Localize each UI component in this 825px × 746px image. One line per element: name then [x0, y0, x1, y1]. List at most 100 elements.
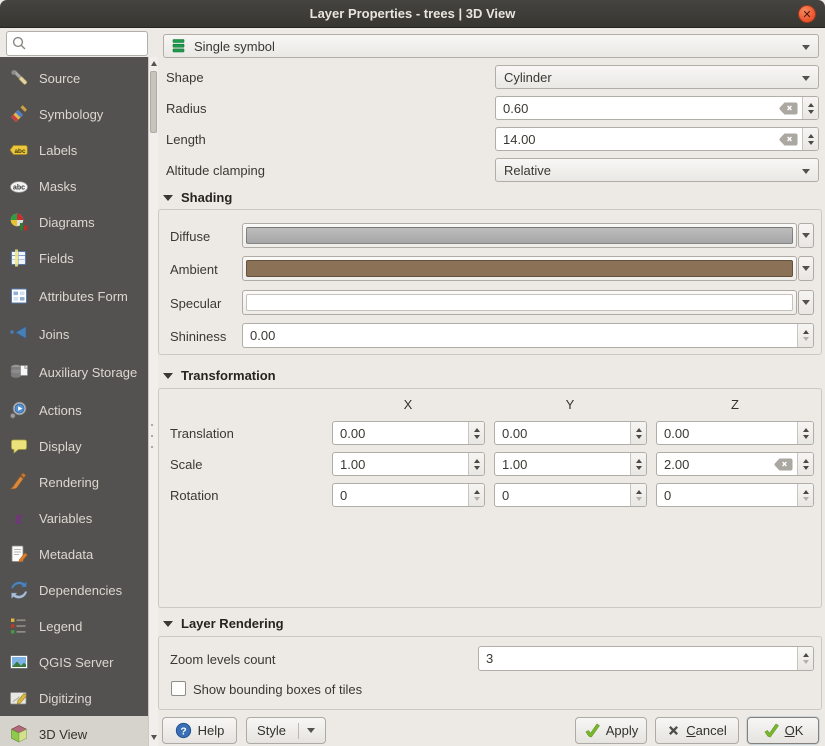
- translation-y-spinbox[interactable]: 0.00: [494, 421, 647, 445]
- style-button[interactable]: Style: [246, 717, 326, 744]
- specular-color-dropdown[interactable]: [798, 290, 814, 315]
- sidebar-item-legend[interactable]: Legend: [0, 608, 148, 644]
- clear-field-icon[interactable]: [774, 458, 793, 471]
- sidebar-item-label: Source: [39, 71, 143, 86]
- sidebar-item-3d-view[interactable]: 3D View: [0, 716, 148, 746]
- sidebar-item-display[interactable]: Display: [0, 428, 148, 464]
- ok-button[interactable]: OK: [747, 717, 819, 744]
- zoom-levels-spinbox[interactable]: 3: [478, 646, 814, 671]
- sidebar-item-rendering[interactable]: Rendering: [0, 464, 148, 500]
- translation-z-spinbox[interactable]: 0.00: [656, 421, 814, 445]
- renderer-combo[interactable]: Single symbol: [163, 34, 819, 58]
- spin-buttons[interactable]: [468, 484, 484, 506]
- scale-z-value: 2.00: [664, 457, 689, 472]
- scale-y-spinbox[interactable]: 1.00: [494, 452, 647, 476]
- rotation-label: Rotation: [170, 488, 218, 503]
- apply-button[interactable]: Apply: [575, 717, 647, 744]
- svg-text:ε: ε: [15, 511, 23, 528]
- radius-spin-buttons[interactable]: [802, 97, 818, 119]
- sidebar-item-masks[interactable]: abcMasks: [0, 168, 148, 204]
- spin-buttons[interactable]: [468, 453, 484, 475]
- spin-buttons[interactable]: [468, 422, 484, 444]
- sidebar-item-label: Masks: [39, 179, 143, 194]
- column-z-header: Z: [705, 397, 765, 412]
- search-icon: [11, 35, 28, 52]
- style-button-label: Style: [257, 723, 286, 738]
- ambient-color-button[interactable]: [242, 256, 797, 281]
- sidebar-item-symbology[interactable]: Symbology: [0, 96, 148, 132]
- sidebar-item-label: Diagrams: [39, 215, 143, 230]
- scale-x-spinbox[interactable]: 1.00: [332, 452, 485, 476]
- shininess-spinbox[interactable]: 0.00: [242, 323, 814, 348]
- spin-buttons[interactable]: [630, 484, 646, 506]
- sidebar-item-fields[interactable]: Fields: [0, 240, 148, 276]
- joins-icon: [8, 323, 30, 345]
- scrollbar-thumb[interactable]: [150, 71, 157, 133]
- sidebar-item-attributes-form[interactable]: Attributes Form: [0, 276, 148, 316]
- close-icon[interactable]: ✕: [798, 5, 816, 23]
- transformation-title: Transformation: [181, 368, 276, 383]
- diagrams-icon: [8, 211, 30, 233]
- rotation-y-spinbox[interactable]: 0: [494, 483, 647, 507]
- sidebar-item-metadata[interactable]: Metadata: [0, 536, 148, 572]
- scroll-up-icon[interactable]: [149, 57, 159, 70]
- radius-label: Radius: [166, 101, 206, 116]
- clear-field-icon[interactable]: [779, 102, 798, 115]
- sidebar-item-source[interactable]: Source: [0, 60, 148, 96]
- button-separator: [298, 723, 299, 739]
- shading-title: Shading: [181, 190, 232, 205]
- rotation-x-spinbox[interactable]: 0: [332, 483, 485, 507]
- sidebar-item-qgis-server[interactable]: QGIS Server: [0, 644, 148, 680]
- layer-rendering-section-header[interactable]: Layer Rendering: [163, 616, 284, 631]
- shininess-spin-buttons[interactable]: [797, 324, 813, 347]
- chevron-down-icon: [802, 45, 810, 50]
- shading-section-header[interactable]: Shading: [163, 190, 232, 205]
- rendering-icon: [8, 471, 30, 493]
- diffuse-color-button[interactable]: [242, 223, 797, 248]
- translation-label: Translation: [170, 426, 234, 441]
- help-button[interactable]: ? Help: [162, 717, 237, 744]
- spin-buttons[interactable]: [797, 484, 813, 506]
- spin-buttons[interactable]: [630, 453, 646, 475]
- diffuse-color-dropdown[interactable]: [798, 223, 814, 248]
- sidebar-item-diagrams[interactable]: Diagrams: [0, 204, 148, 240]
- sidebar-item-label: Digitizing: [39, 691, 143, 706]
- titlebar[interactable]: Layer Properties - trees | 3D View ✕: [0, 0, 825, 28]
- radius-spinbox[interactable]: 0.60: [495, 96, 819, 120]
- layer-rendering-title: Layer Rendering: [181, 616, 284, 631]
- scale-x-value: 1.00: [340, 457, 365, 472]
- chevron-down-icon: [307, 728, 315, 733]
- altitude-clamping-combo[interactable]: Relative: [495, 158, 819, 182]
- rotation-z-spinbox[interactable]: 0: [656, 483, 814, 507]
- length-spin-buttons[interactable]: [802, 128, 818, 150]
- specular-color-button[interactable]: [242, 290, 797, 315]
- splitter-handle[interactable]: [151, 424, 154, 448]
- sidebar-item-label: Legend: [39, 619, 143, 634]
- transformation-section-header[interactable]: Transformation: [163, 368, 276, 383]
- sidebar-item-auxiliary-storage[interactable]: Auxiliary Storage: [0, 352, 148, 392]
- cancel-button[interactable]: Cancel: [655, 717, 739, 744]
- rotation-z-value: 0: [664, 488, 671, 503]
- sidebar-item-dependencies[interactable]: Dependencies: [0, 572, 148, 608]
- sidebar-item-actions[interactable]: Actions: [0, 392, 148, 428]
- search-input[interactable]: [28, 34, 136, 54]
- translation-x-spinbox[interactable]: 0.00: [332, 421, 485, 445]
- spin-buttons[interactable]: [797, 422, 813, 444]
- sidebar-item-digitizing[interactable]: Digitizing: [0, 680, 148, 716]
- sidebar-item-label: 3D View: [39, 727, 143, 742]
- translation-x-value: 0.00: [340, 426, 365, 441]
- sidebar-item-labels[interactable]: abcLabels: [0, 132, 148, 168]
- sidebar-item-joins[interactable]: Joins: [0, 316, 148, 352]
- sidebar-item-variables[interactable]: εVariables: [0, 500, 148, 536]
- length-spinbox[interactable]: 14.00: [495, 127, 819, 151]
- shape-combo[interactable]: Cylinder: [495, 65, 819, 89]
- ambient-color-dropdown[interactable]: [798, 256, 814, 281]
- show-bounding-boxes-checkbox[interactable]: [171, 681, 186, 696]
- spin-buttons[interactable]: [630, 422, 646, 444]
- scroll-down-icon[interactable]: [149, 731, 159, 744]
- clear-field-icon[interactable]: [779, 133, 798, 146]
- spin-buttons[interactable]: [797, 647, 813, 670]
- scale-z-spinbox[interactable]: 2.00: [656, 452, 814, 476]
- spin-buttons[interactable]: [797, 453, 813, 475]
- sidebar-item-label: Metadata: [39, 547, 143, 562]
